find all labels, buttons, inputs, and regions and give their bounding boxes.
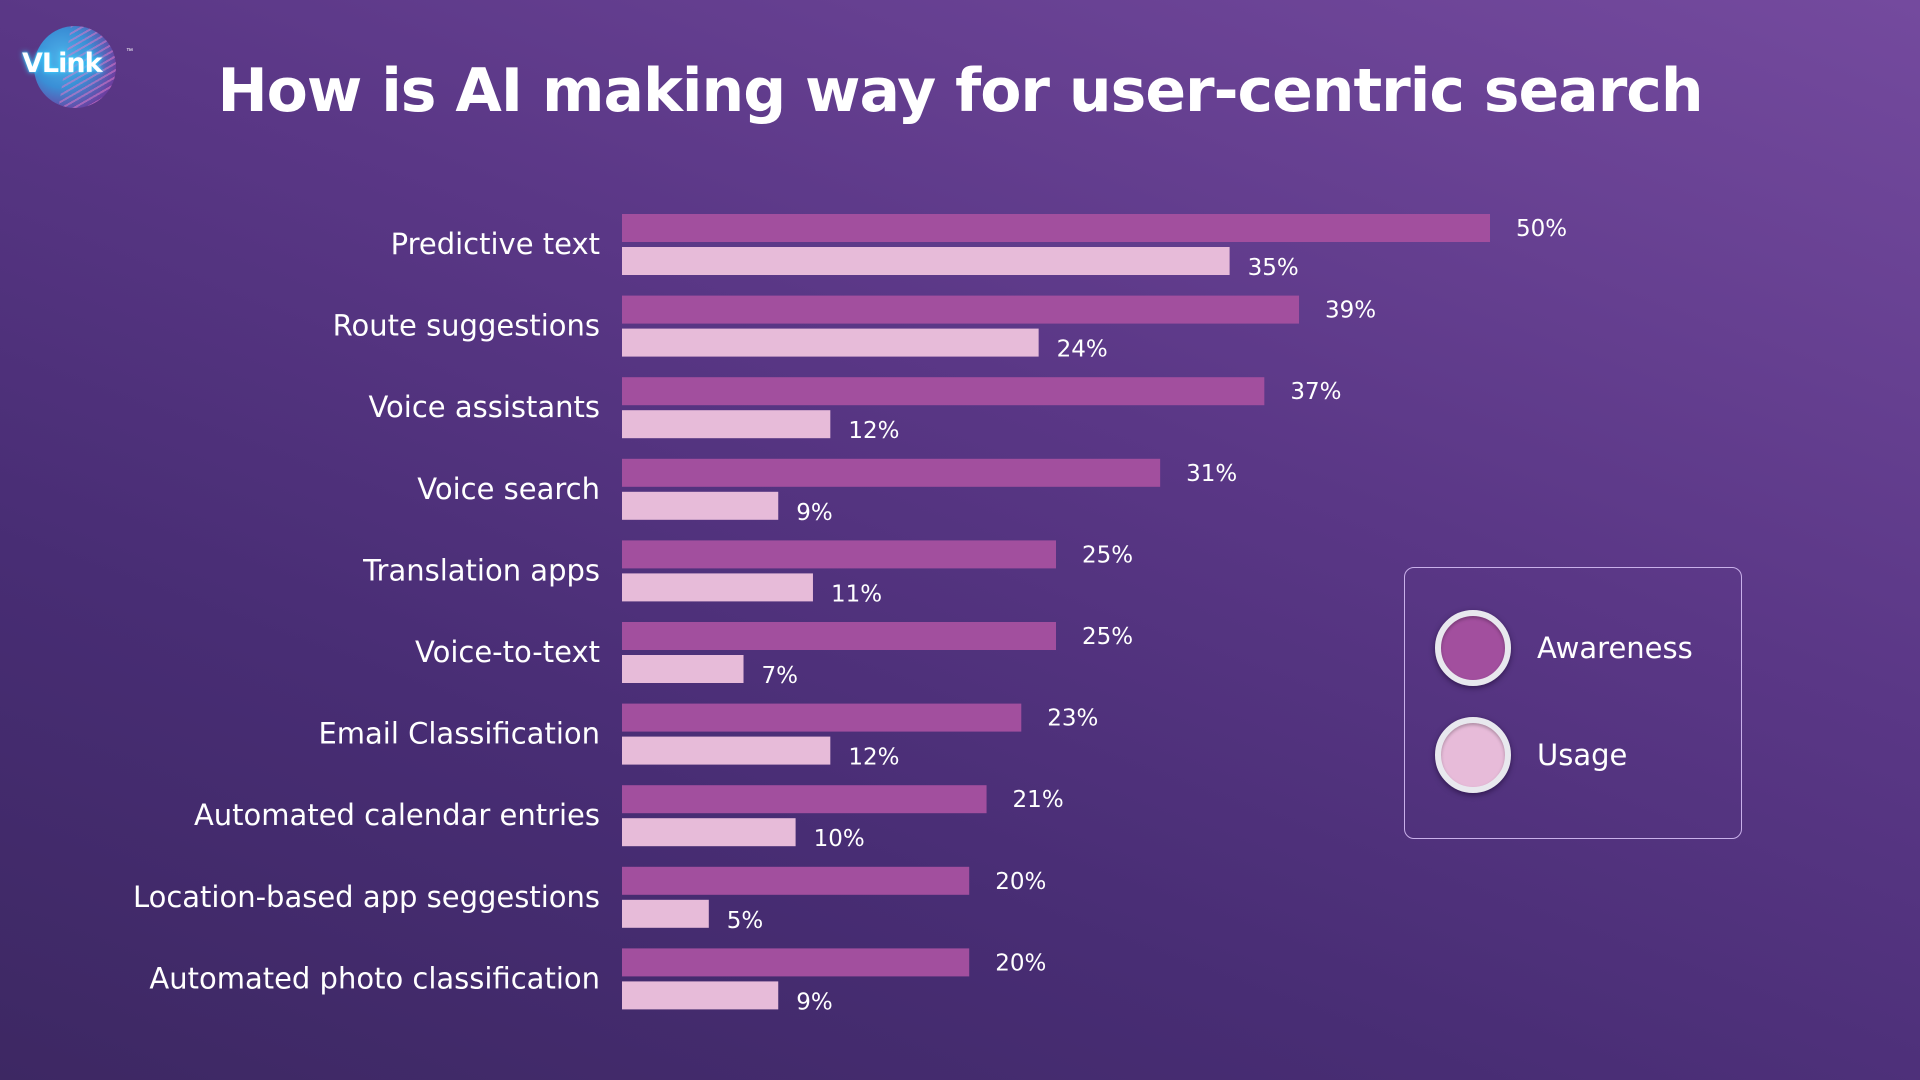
awareness-bar	[622, 866, 970, 895]
awareness-bar	[622, 785, 987, 814]
awareness-value-label: 50%	[1516, 216, 1567, 242]
awareness-value-label: 25%	[1082, 542, 1133, 568]
awareness-bar	[622, 622, 1056, 650]
awareness-value-label: 20%	[995, 869, 1046, 895]
category-label: Translation apps	[362, 553, 600, 587]
awareness-swatch-icon	[1435, 610, 1511, 686]
usage-bar	[622, 655, 744, 683]
usage-bar	[622, 410, 831, 439]
usage-value-label: 9%	[796, 500, 833, 526]
usage-value-label: 35%	[1248, 255, 1299, 281]
legend-item-awareness: Awareness	[1435, 610, 1693, 686]
usage-value-label: 12%	[848, 418, 899, 444]
awareness-bar	[622, 458, 1161, 487]
usage-bar	[622, 736, 831, 765]
awareness-value-label: 23%	[1047, 706, 1098, 732]
category-label: Voice search	[417, 472, 600, 506]
category-label: Route suggestions	[333, 309, 600, 343]
awareness-value-label: 20%	[995, 950, 1046, 976]
usage-bar	[622, 247, 1230, 275]
usage-value-label: 24%	[1057, 337, 1108, 363]
usage-value-label: 11%	[831, 581, 882, 607]
usage-bar	[622, 981, 779, 1010]
awareness-bar	[622, 948, 970, 977]
category-label: Location-based app seggestions	[133, 880, 600, 914]
awareness-bar	[622, 540, 1056, 569]
awareness-value-label: 31%	[1186, 461, 1237, 487]
awareness-value-label: 39%	[1325, 298, 1376, 324]
usage-bar	[622, 818, 796, 847]
usage-value-label: 7%	[762, 663, 799, 689]
usage-bar	[622, 491, 779, 520]
awareness-bar	[622, 703, 1022, 732]
usage-bar	[622, 899, 709, 928]
category-label: Predictive text	[391, 227, 600, 261]
usage-swatch-icon	[1435, 717, 1511, 793]
usage-value-label: 5%	[727, 908, 764, 934]
legend-label: Awareness	[1537, 631, 1693, 665]
awareness-value-label: 21%	[1013, 787, 1064, 813]
legend: Awareness Usage	[1404, 567, 1742, 839]
usage-value-label: 10%	[814, 826, 865, 852]
category-label: Automated photo classification	[149, 961, 600, 995]
legend-item-usage: Usage	[1435, 717, 1627, 793]
category-label: Voice-to-text	[415, 635, 600, 669]
awareness-bar	[622, 377, 1265, 406]
usage-bar	[622, 328, 1039, 357]
legend-label: Usage	[1537, 738, 1628, 772]
category-label: Email Classification	[318, 717, 600, 751]
awareness-bar	[622, 214, 1490, 242]
bar-chart: Predictive text 50% 35% Route suggestions 39…	[133, 214, 1567, 1015]
awareness-bar	[622, 295, 1300, 324]
usage-value-label: 9%	[796, 989, 833, 1015]
usage-bar	[622, 573, 813, 602]
awareness-value-label: 37%	[1290, 379, 1341, 405]
usage-value-label: 12%	[848, 745, 899, 771]
category-label: Automated calendar entries	[194, 798, 600, 832]
awareness-value-label: 25%	[1082, 624, 1133, 650]
category-label: Voice assistants	[368, 390, 600, 424]
